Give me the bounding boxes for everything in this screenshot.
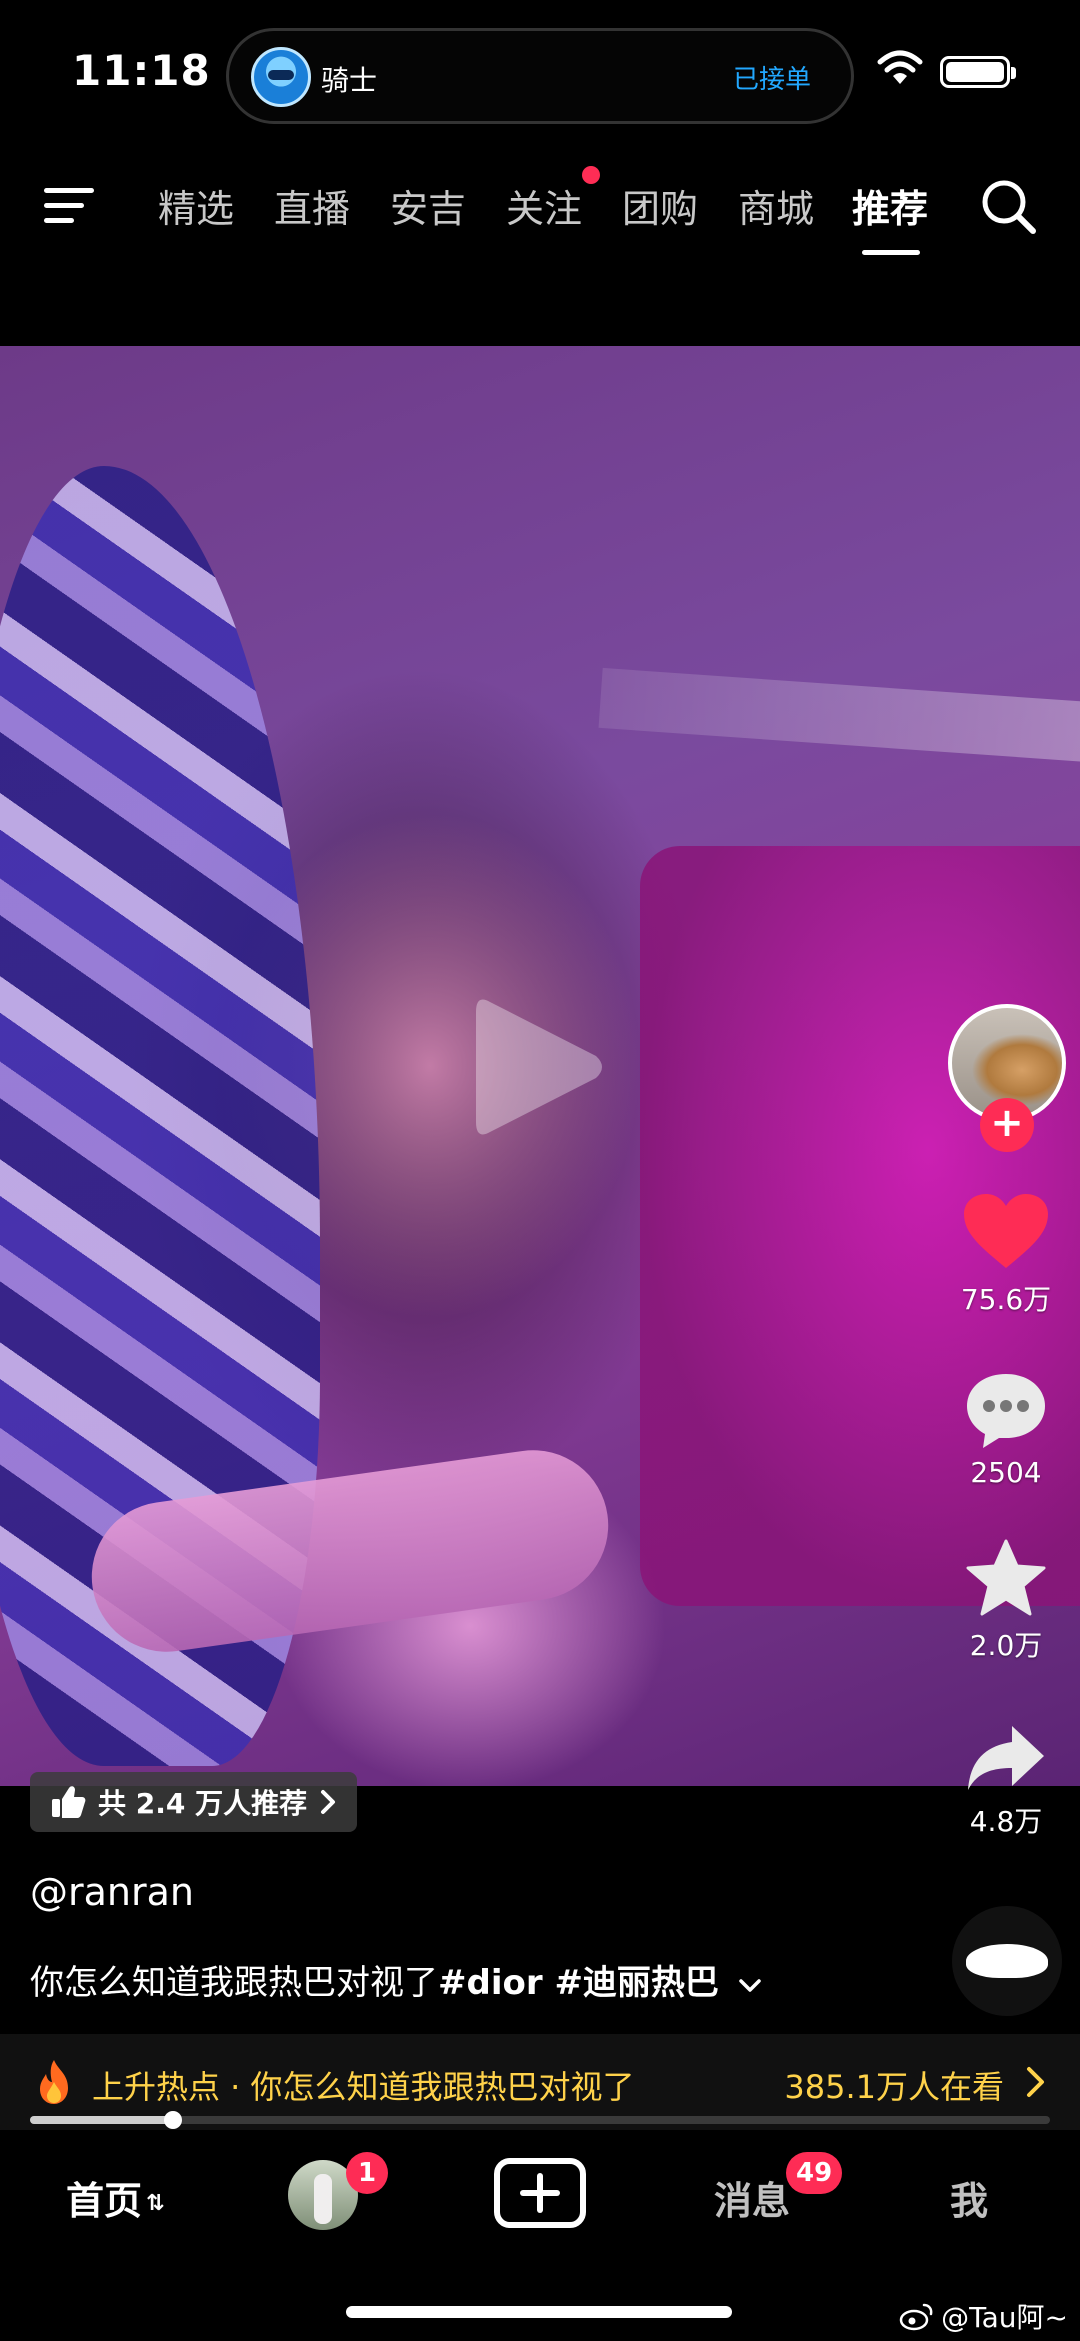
- hot-topic-viewers: 385.1万人在看: [784, 2068, 1004, 2106]
- weibo-icon: [899, 2303, 933, 2331]
- star-icon: [966, 1539, 1046, 1616]
- swap-icon: ⇅: [146, 2191, 165, 2216]
- video-progress-fill: [30, 2116, 173, 2124]
- author-name[interactable]: @ranran: [30, 1870, 194, 1914]
- video-progress-bar[interactable]: [30, 2111, 1050, 2129]
- dynamic-island-activity[interactable]: 骑士 已接单: [226, 28, 854, 124]
- home-indicator[interactable]: [346, 2306, 732, 2318]
- tab-recommend[interactable]: 推荐: [852, 178, 928, 233]
- hot-topic-text: 上升热点 · 你怎么知道我跟热巴对视了: [92, 2068, 635, 2106]
- comment-button[interactable]: 2504: [946, 1370, 1066, 1489]
- like-button[interactable]: 75.6万: [946, 1192, 1066, 1318]
- watermark: @Tau阿~: [899, 2296, 1068, 2336]
- favorite-count: 2.0万: [969, 1629, 1043, 1662]
- chevron-right-icon: [321, 1790, 336, 1814]
- favorite-button[interactable]: 2.0万: [946, 1538, 1066, 1664]
- tab-mall[interactable]: 商城: [738, 178, 814, 233]
- video-frame-detail: [598, 667, 1080, 765]
- comment-icon: [967, 1374, 1045, 1448]
- rider-avatar-icon: [251, 47, 311, 107]
- tab-group-buy[interactable]: 团购: [622, 178, 698, 233]
- tab-following[interactable]: 关注: [506, 178, 582, 233]
- following-notification-dot: [582, 166, 600, 184]
- active-tab-indicator: [862, 250, 920, 255]
- search-icon[interactable]: [978, 176, 1038, 236]
- recommend-label: 共 2.4 万人推荐: [98, 1787, 308, 1820]
- tab-live[interactable]: 直播: [274, 178, 350, 233]
- video-player[interactable]: [0, 346, 1080, 1786]
- caption-text: 你怎么知道我跟热巴对视了: [30, 1963, 438, 2003]
- menu-icon[interactable]: [44, 184, 96, 228]
- music-disc[interactable]: [952, 1906, 1062, 2016]
- chevron-right-icon: [1027, 2067, 1044, 2097]
- share-count: 4.8万: [969, 1805, 1043, 1838]
- nav-home-label: 首页: [66, 2179, 143, 2223]
- play-icon[interactable]: [472, 992, 606, 1142]
- watermark-text: @Tau阿~: [941, 2301, 1068, 2334]
- friends-badge: 1: [346, 2152, 388, 2194]
- chevron-down-icon[interactable]: [738, 1978, 762, 1994]
- video-caption[interactable]: 你怎么知道我跟热巴对视了#dior #迪丽热巴: [30, 1955, 762, 2004]
- tab-jingxuan[interactable]: 精选: [158, 178, 234, 233]
- create-button[interactable]: [494, 2158, 586, 2228]
- thumbs-up-icon: [52, 1786, 86, 1818]
- heart-icon: [964, 1194, 1048, 1268]
- share-icon: [968, 1726, 1044, 1790]
- share-button[interactable]: 4.8万: [946, 1722, 1066, 1840]
- fire-icon: [40, 2060, 68, 2104]
- wifi-icon: [877, 50, 923, 84]
- tab-anji[interactable]: 安吉: [390, 178, 466, 233]
- nav-me[interactable]: 我: [950, 2170, 988, 2225]
- island-status: 已接单: [732, 65, 811, 95]
- island-title: 骑士: [321, 64, 378, 97]
- nav-home[interactable]: 首页 ⇅: [66, 2170, 164, 2225]
- battery-icon: [940, 56, 1016, 88]
- like-count: 75.6万: [960, 1283, 1052, 1316]
- nav-messages[interactable]: 消息: [714, 2170, 790, 2225]
- status-bar: 11:18 骑士 已接单: [0, 0, 1080, 140]
- video-progress-handle[interactable]: [163, 2111, 182, 2129]
- comment-count: 2504: [970, 1456, 1042, 1489]
- status-time: 11:18: [72, 46, 211, 95]
- follow-plus-button[interactable]: +: [980, 1098, 1034, 1152]
- top-nav: 精选 直播 安吉 关注 团购 商城 推荐: [0, 160, 1080, 260]
- caption-hashtags[interactable]: #dior #迪丽热巴: [438, 1963, 719, 2003]
- messages-badge: 49: [786, 2152, 843, 2194]
- recommend-chip[interactable]: 共 2.4 万人推荐: [30, 1772, 358, 1832]
